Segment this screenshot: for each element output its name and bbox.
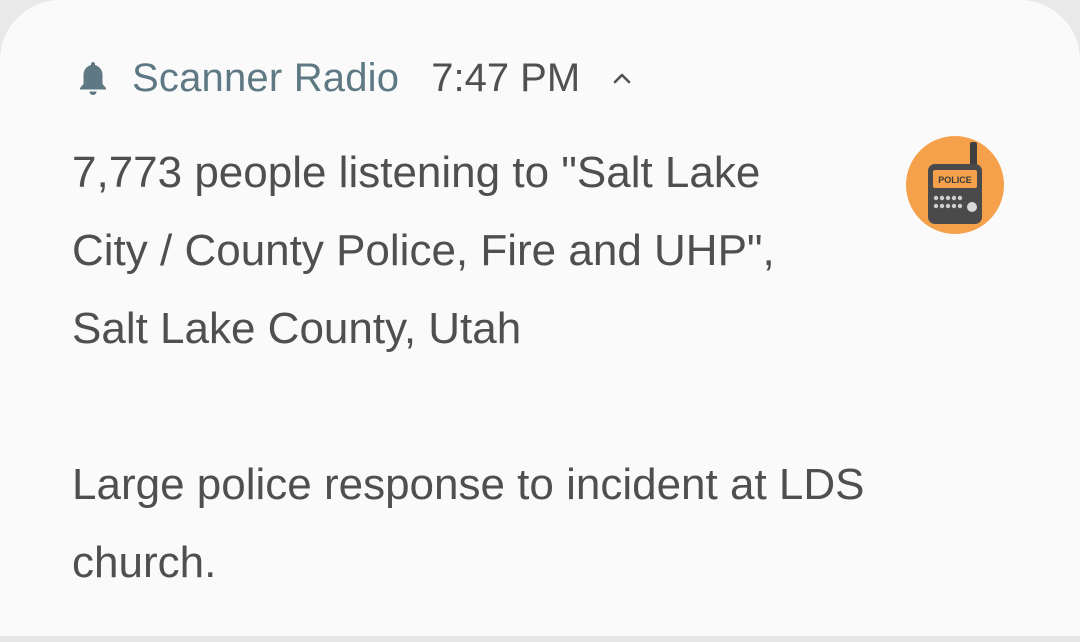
- notification-time: 7:47 PM: [431, 56, 581, 100]
- notification-card[interactable]: Scanner Radio 7:47 PM 7,773 people liste…: [0, 0, 1080, 636]
- message-line: Large police response to incident at LDS: [72, 460, 865, 509]
- body-line: 7,773 people listening to "Salt Lake: [72, 148, 761, 197]
- body-line: Salt Lake County, Utah: [72, 304, 522, 353]
- body-line: City / County Police, Fire and UHP",: [72, 226, 775, 275]
- message-line: church.: [72, 538, 217, 587]
- bell-icon: [76, 58, 110, 98]
- app-name: Scanner Radio: [132, 56, 400, 100]
- notification-body: 7,773 people listening to "Salt Lake Cit…: [72, 134, 892, 602]
- police-scanner-icon: POLICE: [906, 136, 1004, 234]
- chevron-up-icon[interactable]: [610, 68, 634, 88]
- notification-header: Scanner Radio 7:47 PM: [76, 52, 634, 104]
- police-label: POLICE: [938, 175, 972, 185]
- bottom-divider: [0, 636, 1080, 642]
